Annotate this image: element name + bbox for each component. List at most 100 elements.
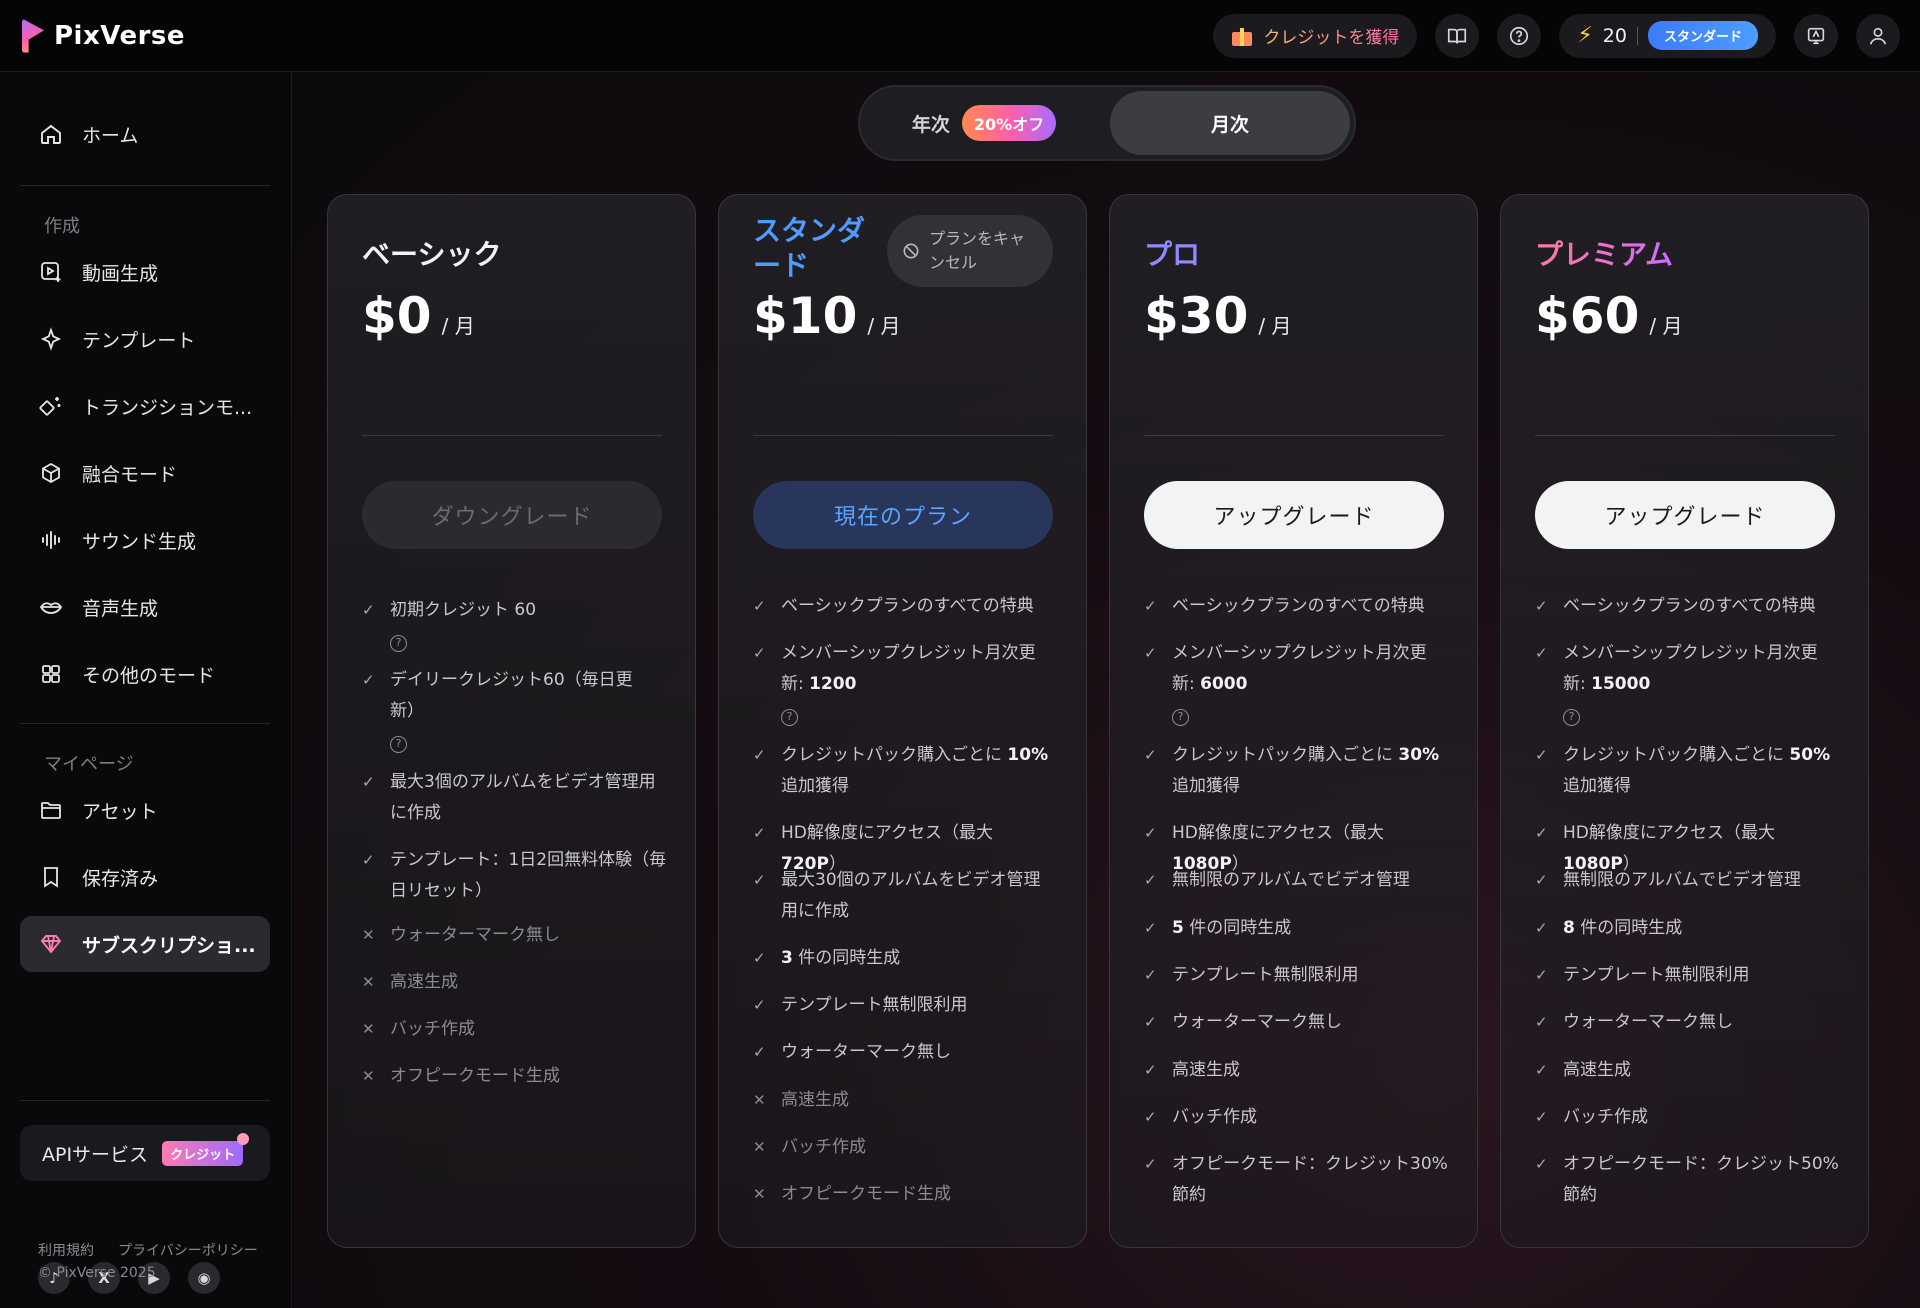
card-divider [753, 435, 1053, 436]
main-content: 年次 20%オフ 月次 ベーシック $0 / 月 ダウングレード ✓ 初期クレジ… [293, 73, 1920, 1308]
feature-item: ✓ テンプレート無制限利用 [753, 990, 1063, 1021]
credits-count: 20 [1602, 24, 1627, 47]
upgrade-button[interactable]: アップグレード [1144, 481, 1444, 549]
prohibit-icon [903, 243, 919, 259]
sidebar-item-assets[interactable]: アセット [20, 782, 270, 838]
feature-item: ✓ 高速生成 [1144, 1055, 1454, 1086]
cancel-plan-button[interactable]: プランをキャ ンセル [887, 215, 1053, 287]
check-icon: ✓ [1144, 1013, 1157, 1031]
sidebar-divider [20, 185, 270, 186]
check-icon: ✓ [753, 1043, 766, 1061]
sidebar-item-fusion-mode[interactable]: 融合モード [20, 445, 270, 501]
feature-item: ✓ ウォーターマーク無し [753, 1037, 1063, 1068]
plan-price: $10 / 月 [753, 287, 900, 345]
help-icon[interactable]: ? [1172, 709, 1189, 726]
plan-name: プロ [1144, 238, 1201, 271]
check-icon: ✓ [1535, 1108, 1548, 1126]
sidebar-item-video-generation[interactable]: 動画生成 [20, 244, 270, 300]
help-icon[interactable]: ? [390, 736, 407, 753]
earn-credits-label: クレジットを獲得 [1263, 23, 1399, 48]
folder-icon [38, 797, 64, 823]
bolt-icon: ⚡ [1577, 23, 1593, 48]
check-icon: ✓ [753, 746, 766, 764]
card-divider [1535, 435, 1835, 436]
feature-item: ✓ ベーシックプランのすべての特典 [1535, 591, 1845, 622]
plan-price: $0 / 月 [362, 287, 475, 345]
check-icon: ✓ [1144, 644, 1157, 662]
terms-link[interactable]: 利用規約 [38, 1240, 94, 1260]
feature-item: ✓ ベーシックプランのすべての特典 [1144, 591, 1454, 622]
feature-item: ✕ ウォーターマーク無し [362, 920, 672, 951]
plan-card-pro: プロ $30 / 月 アップグレード ✓ ベーシックプランのすべての特典 ✓ メ… [1109, 194, 1478, 1248]
grid-icon [38, 661, 64, 687]
feature-item: ✓ オフピークモード：クレジット50% 節約 [1535, 1149, 1845, 1211]
video-plus-icon [38, 259, 64, 285]
upgrade-button[interactable]: アップグレード [1535, 481, 1835, 549]
cross-icon: ✕ [362, 1067, 375, 1085]
feature-item: ✕ バッチ作成 [753, 1132, 1063, 1163]
feature-item: ✓ バッチ作成 [1535, 1102, 1845, 1133]
check-icon: ✓ [1535, 1013, 1548, 1031]
plan-card-standard: スタンダ ード プランをキャ ンセル $10 / 月 現在のプラン ✓ ベーシックプ… [718, 194, 1087, 1248]
check-icon: ✓ [753, 949, 766, 967]
price-period: / 月 [867, 314, 901, 338]
billing-option-annual[interactable]: 年次 20%オフ [860, 87, 1108, 159]
feature-item: ✓ テンプレート無制限利用 [1144, 960, 1454, 991]
feature-item: ✓ ウォーターマーク無し [1535, 1007, 1845, 1038]
check-icon: ✓ [362, 851, 375, 869]
sidebar-item-label: サブスクリプショ... [82, 934, 256, 957]
sound-wave-icon [38, 527, 64, 553]
bookmark-icon [38, 864, 64, 890]
plan-card-basic: ベーシック $0 / 月 ダウングレード ✓ 初期クレジット 60? ✓ デイリ… [327, 194, 696, 1248]
check-icon: ✓ [753, 996, 766, 1014]
lips-icon [38, 594, 64, 620]
cross-icon: ✕ [362, 1020, 375, 1038]
sidebar-item-saved[interactable]: 保存済み [20, 849, 270, 905]
discord-icon[interactable]: ◉ [188, 1262, 220, 1294]
downgrade-button[interactable]: ダウングレード [362, 481, 662, 549]
earn-credits-button[interactable]: クレジットを獲得 [1213, 13, 1418, 58]
api-service-label: APIサービス [42, 1143, 149, 1166]
price-amount: $0 [362, 287, 432, 345]
check-icon: ✓ [753, 871, 766, 889]
current-plan-button[interactable]: 現在のプラン [753, 481, 1053, 549]
logo[interactable]: PixVerse [22, 19, 185, 53]
feature-item: ✓ メンバーシップクレジット月次更 新: 6000? [1144, 638, 1454, 731]
help-icon[interactable]: ? [1563, 709, 1580, 726]
help-icon[interactable]: ? [390, 635, 407, 652]
check-icon: ✓ [1535, 597, 1548, 615]
feature-item: ✓ ウォーターマーク無し [1144, 1007, 1454, 1038]
account-button[interactable] [1856, 13, 1900, 58]
feature-item: ✓ メンバーシップクレジット月次更 新: 1200? [753, 638, 1063, 731]
feature-item: ✓ 3 件の同時生成 [753, 943, 1063, 974]
feature-item: ✓ 高速生成 [1535, 1055, 1845, 1086]
card-divider [1144, 435, 1444, 436]
sidebar-item-other-modes[interactable]: その他のモード [20, 646, 270, 702]
help-button[interactable] [1497, 13, 1542, 58]
sidebar-item-label: 融合モード [82, 463, 178, 486]
credits-balance[interactable]: ⚡ 20 スタンダード [1559, 13, 1776, 58]
plan-price: $60 / 月 [1535, 287, 1682, 345]
billing-option-monthly[interactable]: 月次 [1110, 91, 1350, 155]
api-service-button[interactable]: APIサービス クレジット [20, 1125, 270, 1181]
privacy-link[interactable]: プライバシーポリシー [118, 1240, 258, 1260]
price-period: / 月 [1258, 314, 1292, 338]
feature-item: ✓ クレジットパック購入ごとに 10% 追加獲得 [753, 740, 1063, 802]
check-icon: ✓ [1535, 746, 1548, 764]
feature-item: ✓ デイリークレジット60（毎日更 新）? [362, 665, 672, 758]
feature-item: ✓ 8 件の同時生成 [1535, 913, 1845, 944]
sidebar-item-subscription[interactable]: サブスクリプショ... [20, 916, 270, 972]
sidebar-item-home[interactable]: ホーム [20, 106, 270, 162]
check-icon: ✓ [1144, 1061, 1157, 1079]
sidebar-item-sound-generation[interactable]: サウンド生成 [20, 512, 270, 568]
credits-separator [1636, 26, 1638, 45]
cross-icon: ✕ [362, 926, 375, 944]
sidebar-item-voice-generation[interactable]: 音声生成 [20, 579, 270, 635]
plan-name: プレミアム [1535, 233, 1673, 273]
sidebar-item-templates[interactable]: テンプレート [20, 311, 270, 367]
check-icon: ✓ [1535, 644, 1548, 662]
docs-button[interactable] [1435, 13, 1480, 58]
help-icon[interactable]: ? [781, 709, 798, 726]
sidebar-item-transition-mode[interactable]: トランジションモ... [20, 378, 270, 434]
feedback-button[interactable] [1794, 13, 1838, 58]
